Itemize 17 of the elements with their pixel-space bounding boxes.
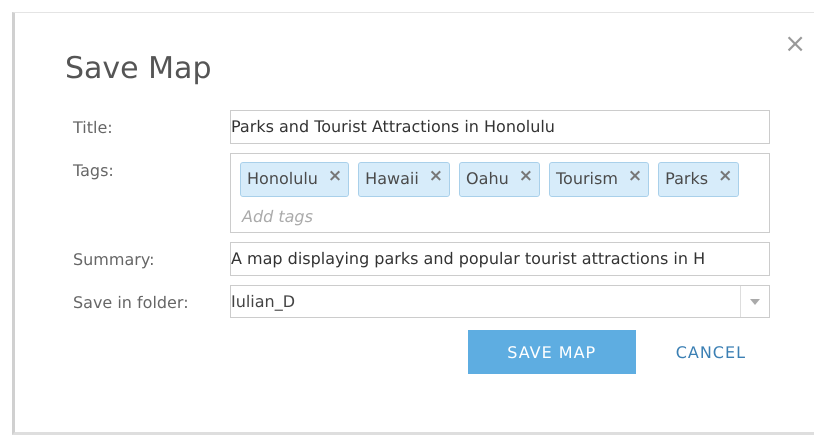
tag-label: Honolulu bbox=[247, 169, 318, 188]
tag-label: Parks bbox=[665, 169, 708, 188]
field-label: Summary: bbox=[72, 249, 156, 269]
field-label: Tags: bbox=[72, 160, 115, 180]
dialog-title: Save Map bbox=[65, 51, 212, 86]
field-label: Title: bbox=[72, 117, 114, 137]
caret-icon bbox=[750, 298, 760, 304]
tag-label: Tourism bbox=[556, 169, 618, 188]
field-label: Save in folder: bbox=[72, 292, 190, 312]
tag-label: Oahu bbox=[466, 169, 509, 188]
input-field[interactable]: A map displaying parks and popular tourist attractions in H bbox=[230, 242, 770, 276]
tag-label: Hawaii bbox=[365, 169, 419, 188]
save-button[interactable]: SAVE MAP bbox=[468, 330, 636, 374]
tags-field[interactable]: Honolulu × Hawaii × Oahu × Tourism × Parks × Add tags bbox=[230, 153, 770, 233]
input-field[interactable]: Parks and Tourist Attractions in Honolulu bbox=[230, 110, 770, 144]
folder-dropdown[interactable]: Iulian_D bbox=[230, 285, 770, 318]
cancel-button[interactable]: CANCEL bbox=[676, 330, 746, 374]
